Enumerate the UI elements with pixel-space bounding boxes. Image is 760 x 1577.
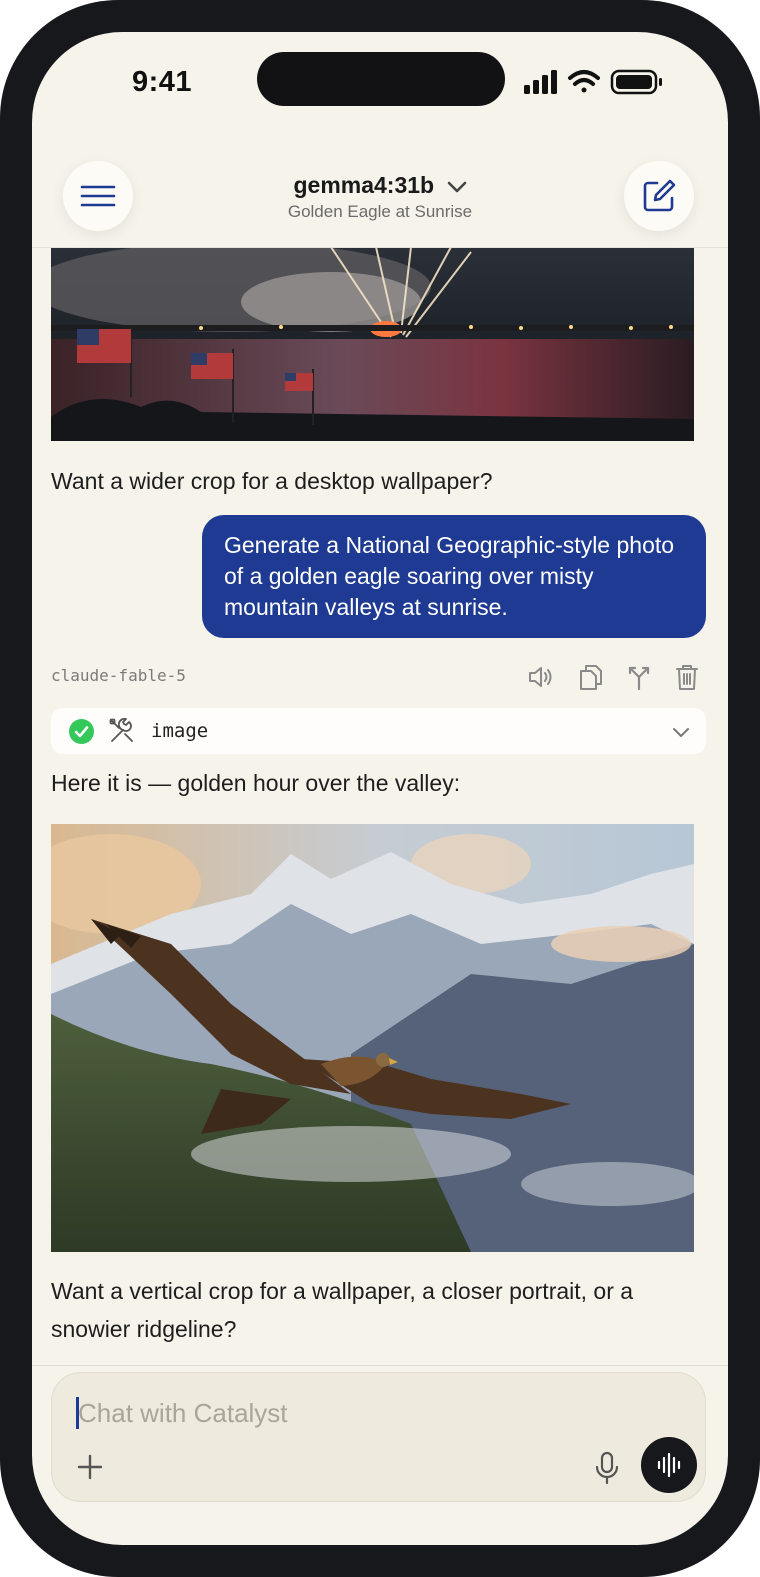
generated-image-eagle[interactable] xyxy=(51,824,694,1252)
message-list: Want a wider crop for a desktop wallpape… xyxy=(32,248,728,1365)
dynamic-island xyxy=(257,52,505,106)
battery-icon xyxy=(610,69,662,95)
phone-frame: 9:41 gemma4:31b Golden Eagle at Sunrise … xyxy=(0,0,760,1577)
wifi-icon xyxy=(568,70,600,93)
assistant-message-text: Here it is — golden hour over the valley… xyxy=(51,770,461,796)
chevron-down-icon xyxy=(447,173,467,200)
trash-icon[interactable] xyxy=(672,662,702,692)
tool-name: image xyxy=(151,720,209,742)
divider xyxy=(32,1365,728,1366)
tools-icon xyxy=(109,717,135,744)
plus-icon[interactable] xyxy=(74,1451,106,1483)
checkmark-icon xyxy=(69,719,94,744)
message-actions xyxy=(526,662,706,692)
app-screen: 9:41 gemma4:31b Golden Eagle at Sunrise … xyxy=(32,32,728,1545)
voice-mode-button[interactable] xyxy=(641,1437,697,1493)
compose-icon xyxy=(643,179,676,212)
status-time: 9:41 xyxy=(132,66,193,98)
signal-icon xyxy=(524,70,557,94)
user-message-bubble: Generate a National Geographic-style pho… xyxy=(202,515,706,638)
assistant-message-text: Want a vertical crop for a wallpaper, a … xyxy=(51,1278,634,1342)
generated-image-fireworks[interactable] xyxy=(51,248,694,441)
assistant-model-label: claude-fable-5 xyxy=(51,666,186,685)
speaker-icon[interactable] xyxy=(526,662,556,692)
waveform-icon xyxy=(657,1452,681,1478)
branch-icon[interactable] xyxy=(624,662,654,692)
tool-call-row[interactable]: image xyxy=(51,708,706,754)
chat-input[interactable] xyxy=(78,1393,598,1433)
new-chat-button[interactable] xyxy=(624,161,694,231)
model-name: gemma4:31b xyxy=(293,172,435,198)
chat-header: gemma4:31b Golden Eagle at Sunrise xyxy=(32,128,728,248)
status-icons xyxy=(522,68,672,96)
assistant-message-text: Want a wider crop for a desktop wallpape… xyxy=(51,468,493,494)
copy-icon[interactable] xyxy=(576,662,606,692)
chevron-down-icon[interactable] xyxy=(671,722,691,742)
chat-composer xyxy=(51,1372,706,1502)
microphone-icon[interactable] xyxy=(592,1451,622,1485)
chat-title: Golden Eagle at Sunrise xyxy=(287,202,473,221)
